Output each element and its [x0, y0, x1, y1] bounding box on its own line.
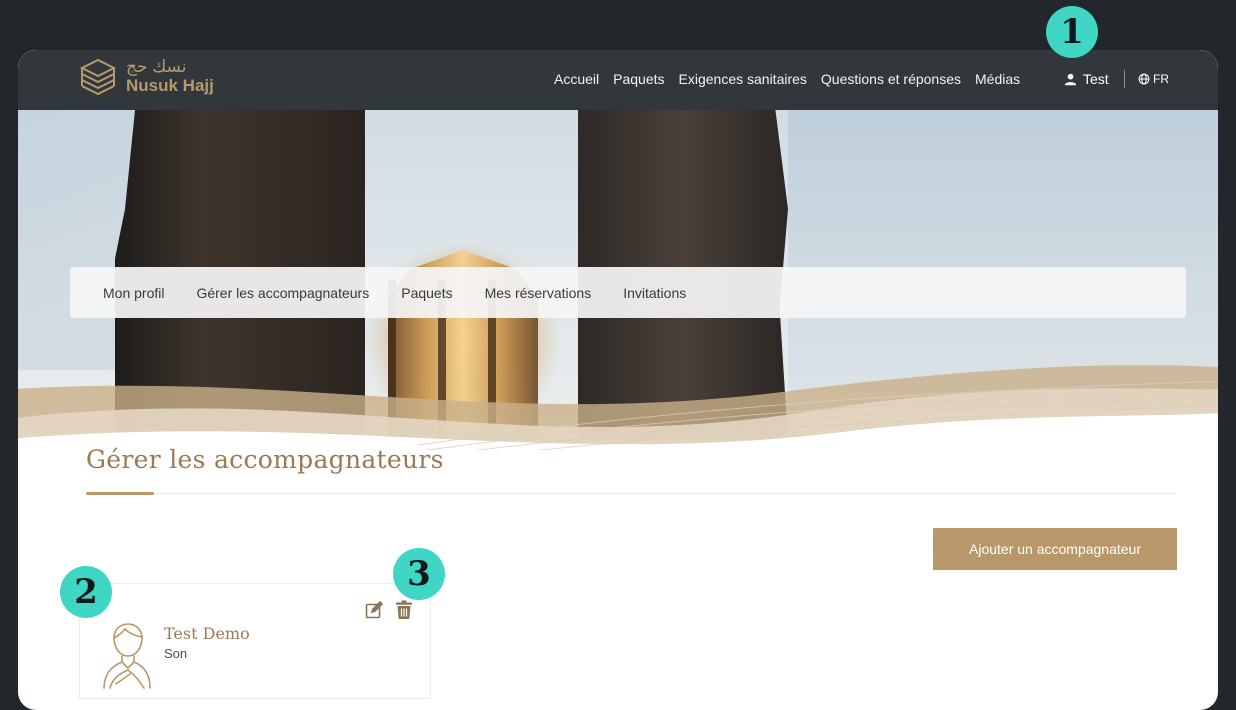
- profile-tabs: Mon profil Gérer les accompagnateurs Paq…: [70, 267, 1186, 318]
- nav-item-questions-reponses[interactable]: Questions et réponses: [821, 71, 961, 87]
- annotation-badge-3: 3: [393, 548, 445, 600]
- app-window: نسك حج Nusuk Hajj Accueil Paquets Exigen…: [18, 50, 1218, 710]
- nav-item-exigences-sanitaires[interactable]: Exigences sanitaires: [679, 71, 807, 87]
- tab-mes-reservations[interactable]: Mes réservations: [485, 285, 592, 301]
- nav-divider: [1124, 70, 1125, 88]
- add-companion-button[interactable]: Ajouter un accompagnateur: [933, 528, 1177, 570]
- avatar-icon: [103, 623, 151, 689]
- tab-paquets[interactable]: Paquets: [401, 285, 452, 301]
- edit-icon[interactable]: [365, 601, 383, 619]
- globe-icon: [1138, 73, 1150, 85]
- hero-wave: [18, 365, 1218, 450]
- kaaba-logo-icon: [79, 58, 117, 96]
- logo-arabic-text: نسك حج: [126, 57, 187, 76]
- annotation-badge-1: 1: [1046, 6, 1098, 58]
- tab-invitations[interactable]: Invitations: [623, 285, 686, 301]
- language-label: FR: [1153, 72, 1169, 86]
- nav-item-accueil[interactable]: Accueil: [554, 71, 599, 87]
- language-selector[interactable]: FR: [1138, 72, 1169, 86]
- main-nav: Accueil Paquets Exigences sanitaires Que…: [554, 71, 1020, 87]
- title-divider: [86, 493, 1176, 494]
- user-name: Test: [1083, 71, 1109, 87]
- trash-icon[interactable]: [395, 600, 413, 620]
- companion-card[interactable]: Test Demo Son: [79, 583, 431, 699]
- nav-item-paquets[interactable]: Paquets: [613, 71, 664, 87]
- title-accent-bar: [86, 492, 154, 495]
- tab-mon-profil[interactable]: Mon profil: [103, 285, 164, 301]
- annotation-badge-2: 2: [60, 566, 112, 618]
- user-icon: [1064, 73, 1077, 85]
- nav-item-medias[interactable]: Médias: [975, 71, 1020, 87]
- logo-name: Nusuk Hajj: [126, 76, 214, 95]
- top-navbar: نسك حج Nusuk Hajj Accueil Paquets Exigen…: [18, 50, 1218, 110]
- companion-name: Test Demo: [164, 624, 250, 643]
- companion-relation: Son: [164, 646, 188, 661]
- page-title: Gérer les accompagnateurs: [86, 445, 444, 474]
- hero-banner: [18, 50, 1218, 450]
- tab-gerer-accompagnateurs[interactable]: Gérer les accompagnateurs: [196, 285, 369, 301]
- user-menu[interactable]: Test: [1064, 71, 1109, 87]
- site-logo[interactable]: نسك حج Nusuk Hajj: [78, 56, 214, 96]
